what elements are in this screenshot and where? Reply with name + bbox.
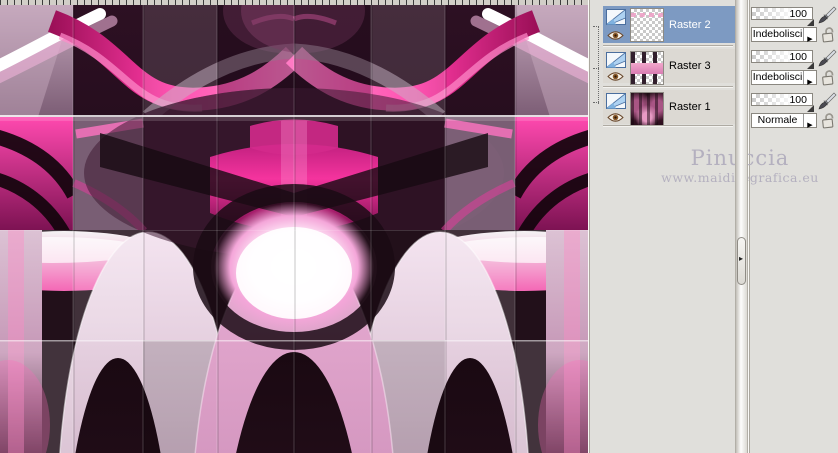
opacity-slider[interactable]: 100	[751, 50, 813, 63]
dropdown-arrow-icon: ▶	[807, 79, 813, 86]
layer-name-label: Raster 1	[669, 101, 711, 113]
raster-layer-icon	[605, 8, 626, 25]
brush-icon[interactable]	[817, 92, 837, 110]
layer-thumbnail	[630, 92, 664, 126]
dropdown-arrow-icon: ▶	[807, 36, 813, 43]
canvas-artwork[interactable]	[0, 5, 588, 453]
layers-panel: Raster 2 Raster 3 Raster 1	[588, 0, 736, 453]
opacity-slider[interactable]: 100	[751, 93, 813, 106]
row-separator	[603, 86, 733, 88]
layer-link-stub	[593, 102, 599, 103]
layer-controls-panel: 100 Indebolisci ▶ 100 Indebolisci ▶ 100 …	[748, 0, 838, 453]
blend-mode-value: Normale	[757, 114, 798, 126]
opacity-value: 100	[789, 51, 807, 63]
visibility-eye-icon[interactable]	[607, 69, 624, 81]
brush-icon[interactable]	[817, 6, 837, 24]
layer-control-block: 100 Normale ▶	[749, 92, 838, 135]
dropdown-arrow-icon: ▶	[807, 122, 813, 129]
dropdown-arrow-button[interactable]: ▶	[803, 114, 816, 129]
list-bottom-separator	[603, 125, 733, 127]
layer-thumbnail	[630, 8, 664, 42]
brush-icon[interactable]	[817, 49, 837, 67]
lock-icon[interactable]	[819, 25, 838, 44]
blend-mode-dropdown[interactable]: Indebolisci ▶	[751, 27, 817, 43]
opacity-slider[interactable]: 100	[751, 7, 813, 20]
layer-link-stub	[593, 26, 599, 27]
opacity-value: 100	[789, 94, 807, 106]
lock-icon[interactable]	[819, 111, 838, 130]
blend-mode-dropdown[interactable]: Indebolisci ▶	[751, 70, 817, 86]
blend-mode-dropdown[interactable]: Normale ▶	[751, 113, 817, 129]
splitter-handle[interactable]: ▸	[737, 237, 746, 285]
layer-link-rail	[598, 26, 599, 104]
layer-name-label: Raster 2	[669, 18, 711, 31]
layer-row-raster-2[interactable]: Raster 2	[603, 6, 735, 43]
layer-row-raster-1[interactable]: Raster 1	[603, 90, 735, 126]
dropdown-arrow-button[interactable]: ▶	[803, 71, 816, 86]
layer-link-stub	[593, 68, 599, 69]
opacity-slider-handle[interactable]	[807, 105, 814, 112]
layer-row-raster-3[interactable]: Raster 3	[603, 49, 735, 85]
blend-mode-value: Indebolisci	[752, 71, 803, 83]
row-separator	[603, 45, 733, 47]
layer-control-block: 100 Indebolisci ▶	[749, 49, 838, 92]
opacity-slider-handle[interactable]	[807, 62, 814, 69]
layer-control-block: 100 Indebolisci ▶	[749, 6, 838, 49]
panel-splitter[interactable]: ▸	[735, 0, 748, 453]
app-screen: Pinuccia www.maidiregrafica.eu	[0, 0, 838, 453]
lock-icon[interactable]	[819, 68, 838, 87]
canvas-area[interactable]	[0, 0, 588, 453]
opacity-value: 100	[789, 8, 807, 20]
visibility-eye-icon[interactable]	[607, 110, 624, 122]
visibility-eye-icon[interactable]	[607, 28, 624, 40]
blend-mode-value: Indebolisci	[752, 28, 803, 40]
opacity-slider-handle[interactable]	[807, 19, 814, 26]
dropdown-arrow-button[interactable]: ▶	[803, 28, 816, 43]
collapse-arrow-icon: ▸	[739, 254, 744, 263]
layer-thumbnail	[630, 51, 664, 85]
raster-layer-icon	[605, 92, 626, 109]
layer-name-label: Raster 3	[669, 60, 711, 72]
raster-layer-icon	[605, 51, 626, 68]
